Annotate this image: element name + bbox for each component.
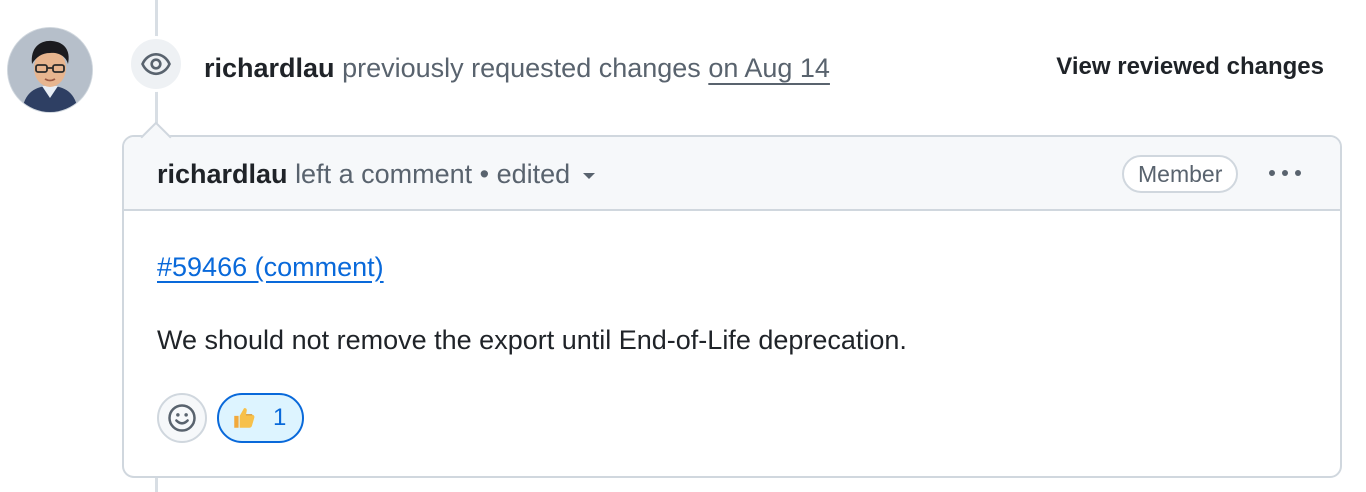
thumbs-up-icon	[234, 408, 255, 428]
reaction-count: 1	[273, 404, 287, 431]
comment-header: richardlau left a comment • edited Membe…	[124, 137, 1340, 211]
more-options-button[interactable]	[1260, 155, 1310, 191]
caret-down-icon	[583, 172, 596, 179]
event-author-link[interactable]: richardlau	[204, 53, 335, 83]
comment-action-text: left a comment	[295, 159, 473, 189]
event-date-link[interactable]: on Aug 14	[708, 53, 830, 83]
event-action-text: previously requested changes	[342, 53, 701, 83]
edited-label: edited	[496, 159, 571, 189]
member-badge: Member	[1122, 155, 1239, 193]
comment-text: We should not remove the export until En…	[157, 325, 907, 355]
view-reviewed-changes-link[interactable]: View reviewed changes	[1056, 52, 1324, 82]
reactions-bar: 1	[157, 393, 305, 443]
comment-card: richardlau left a comment • edited Membe…	[122, 135, 1342, 478]
eye-icon	[141, 52, 171, 76]
avatar[interactable]	[8, 28, 92, 112]
smiley-icon	[168, 404, 196, 432]
separator-dot: •	[479, 159, 490, 189]
add-reaction-button[interactable]	[157, 393, 207, 443]
comment-body: #59466 (comment)	[157, 249, 384, 285]
thumbs-up-reaction-button[interactable]: 1	[217, 393, 305, 443]
avatar-image	[8, 28, 92, 112]
edited-dropdown[interactable]: edited	[497, 159, 597, 189]
comment-author-link[interactable]: richardlau	[157, 159, 288, 189]
review-event-summary: richardlau previously requested changes …	[204, 50, 830, 86]
kebab-horizontal-icon	[1269, 170, 1301, 176]
comment-reference-link[interactable]: #59466 (comment)	[157, 252, 384, 282]
eye-icon-badge	[128, 36, 184, 92]
